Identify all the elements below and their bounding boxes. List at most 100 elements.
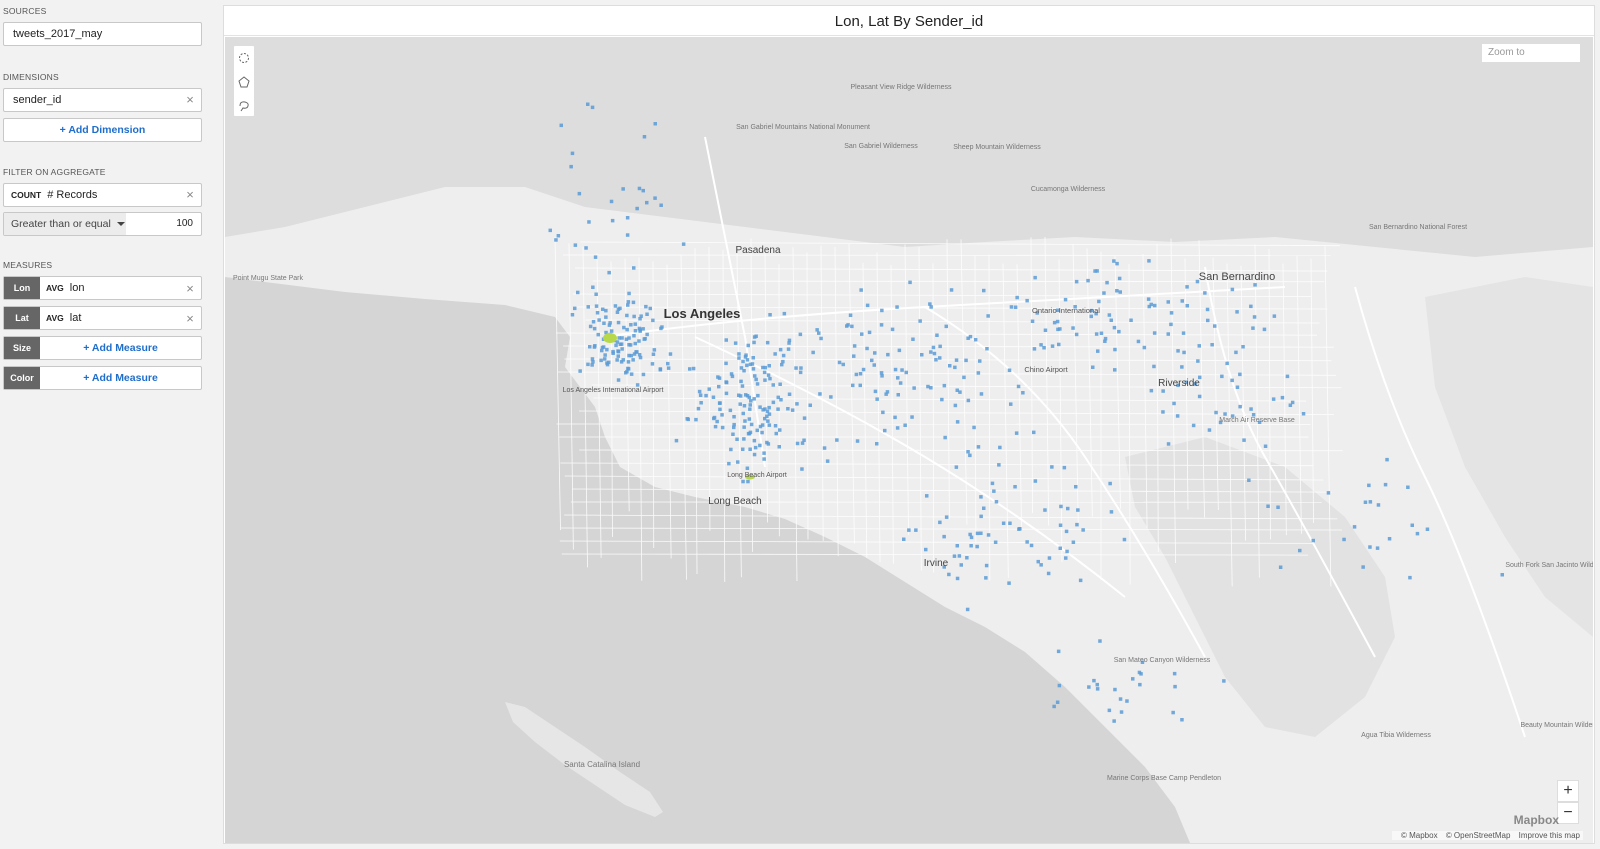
data-point [752,438,757,443]
data-point [625,216,630,220]
data-point [1285,374,1290,379]
data-point [707,387,711,391]
data-point [631,300,636,305]
data-point [717,376,722,380]
data-point [1171,710,1175,715]
data-point [631,358,635,362]
zoom-in-button[interactable]: + [1557,780,1579,802]
measure-color[interactable]: Color + Add Measure [3,366,202,390]
attribution-mapbox[interactable]: © Mapbox [1401,831,1438,840]
data-point [1169,311,1174,315]
data-point [686,417,690,422]
data-point [633,329,638,333]
data-point [727,461,731,466]
data-point [947,572,951,577]
remove-measure-icon[interactable]: × [179,311,201,326]
filter-aggregate-pill[interactable]: COUNT # Records × [3,183,202,207]
filter-value-input[interactable]: 100 [126,213,201,235]
data-point [625,313,629,318]
polygon-select-tool[interactable] [234,70,254,94]
data-point [1113,368,1117,372]
data-point [570,151,575,156]
place-label: Beauty Mountain Wilderness [1520,722,1593,729]
place-label: Riverside [1158,378,1200,389]
measure-size[interactable]: Size + Add Measure [3,336,202,360]
data-point [984,576,988,580]
data-point [979,495,983,499]
data-point [766,442,771,446]
data-point [1266,504,1270,508]
source-select[interactable]: tweets_2017_may [3,22,202,46]
zoom-out-button[interactable]: − [1557,802,1579,824]
measure-agg: AVG [46,313,64,323]
data-point [746,479,750,484]
data-point [639,314,643,318]
data-point [979,531,983,535]
data-point [818,392,822,396]
data-point [1059,504,1063,509]
data-point [1500,573,1504,577]
data-point [1175,414,1180,418]
filter-operator-select[interactable]: Greater than or equal [4,213,126,235]
data-point [1086,278,1090,283]
data-point [903,423,907,427]
measure-lat[interactable]: Lat AVG lat × [3,306,202,330]
lasso-select-tool[interactable] [234,94,254,118]
data-point [911,337,915,341]
data-point [1172,671,1177,676]
data-point [1074,485,1078,489]
data-point [573,243,578,247]
data-point [808,403,812,407]
data-point [1112,719,1116,723]
data-point [964,358,968,363]
data-point [732,415,736,419]
attribution-improve[interactable]: Improve this map [1519,831,1580,840]
dimension-pill[interactable]: sender_id × [3,88,202,112]
data-point [641,327,645,331]
data-point [1223,412,1227,416]
add-dimension-button[interactable]: + Add Dimension [3,118,202,142]
data-point [1182,350,1186,355]
data-point [848,313,853,317]
data-point [1065,549,1069,554]
map-canvas[interactable]: Los Angeles Pasadena Long Beach Irvine San B… [225,37,1593,843]
data-point [605,347,609,352]
data-point [1153,303,1157,308]
data-point [875,397,879,401]
data-point [924,547,928,552]
data-point [959,563,963,567]
remove-dimension-icon[interactable]: × [179,89,201,111]
data-point [1064,556,1068,560]
data-point [957,554,962,558]
add-size-measure-button[interactable]: + Add Measure [40,342,201,354]
data-point [998,445,1002,450]
data-point [739,379,743,384]
data-point [763,365,767,370]
map-svg[interactable]: Los Angeles Pasadena Long Beach Irvine San B… [225,37,1593,843]
data-point [633,341,637,346]
data-point [755,428,759,433]
data-point [767,412,772,416]
place-label: Cucamonga Wilderness [1031,186,1106,193]
measure-agg: AVG [46,283,64,293]
remove-filter-icon[interactable]: × [179,184,201,206]
attribution-osm[interactable]: © OpenStreetMap [1446,831,1511,840]
data-point [645,312,649,316]
data-point [1253,283,1257,287]
data-point [893,367,898,372]
data-point [1352,525,1357,529]
data-point [569,164,573,169]
circle-select-tool[interactable] [234,46,254,70]
data-point [1272,314,1277,318]
filter-agg: COUNT [11,190,42,200]
add-color-measure-button[interactable]: + Add Measure [40,372,201,384]
remove-measure-icon[interactable]: × [179,281,201,296]
measure-lon[interactable]: Lon AVG lon × [3,276,202,300]
data-point [1230,287,1235,292]
zoom-to-input[interactable]: Zoom to [1481,43,1581,63]
data-point [879,371,884,375]
data-point [643,337,647,341]
data-point [918,319,922,323]
data-point [651,352,656,356]
place-label: Los Angeles [664,306,741,321]
